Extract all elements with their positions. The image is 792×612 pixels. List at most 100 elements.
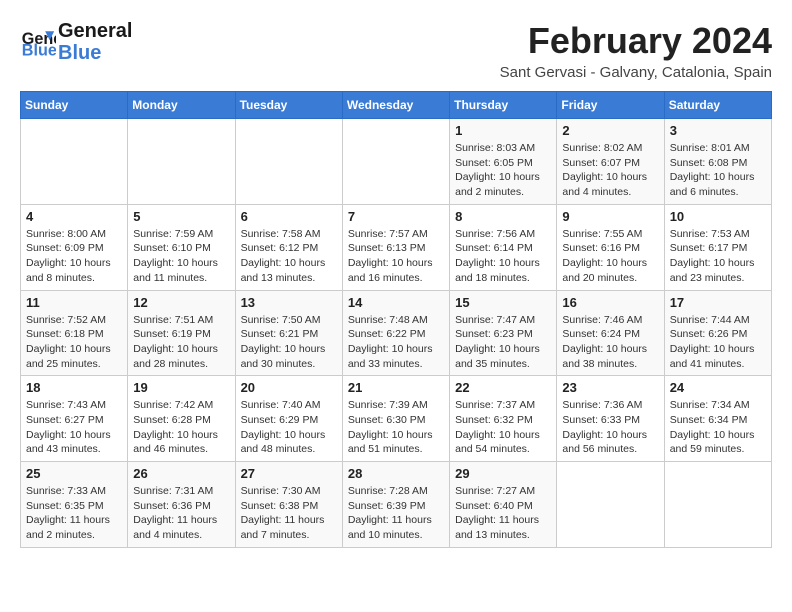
day-number: 15 (455, 295, 551, 310)
day-number: 19 (133, 380, 229, 395)
day-cell: 20 Sunrise: 7:40 AM Sunset: 6:29 PM Dayli… (235, 376, 342, 462)
day-info: Sunrise: 7:31 AM Sunset: 6:36 PM Dayligh… (133, 484, 229, 543)
day-number: 13 (241, 295, 337, 310)
day-number: 12 (133, 295, 229, 310)
day-cell: 26 Sunrise: 7:31 AM Sunset: 6:36 PM Dayli… (128, 462, 235, 548)
day-cell: 1 Sunrise: 8:03 AM Sunset: 6:05 PM Daylig… (450, 119, 557, 205)
day-info: Sunrise: 7:46 AM Sunset: 6:24 PM Dayligh… (562, 313, 658, 372)
day-info: Sunrise: 7:53 AM Sunset: 6:17 PM Dayligh… (670, 227, 766, 286)
week-row-1: 1 Sunrise: 8:03 AM Sunset: 6:05 PM Daylig… (21, 119, 772, 205)
day-cell: 14 Sunrise: 7:48 AM Sunset: 6:22 PM Dayli… (342, 290, 449, 376)
day-cell: 12 Sunrise: 7:51 AM Sunset: 6:19 PM Dayli… (128, 290, 235, 376)
day-info: Sunrise: 7:30 AM Sunset: 6:38 PM Dayligh… (241, 484, 337, 543)
day-info: Sunrise: 8:02 AM Sunset: 6:07 PM Dayligh… (562, 141, 658, 200)
day-info: Sunrise: 8:03 AM Sunset: 6:05 PM Dayligh… (455, 141, 551, 200)
day-number: 4 (26, 209, 122, 224)
title-block: February 2024 Sant Gervasi - Galvany, Ca… (500, 20, 772, 81)
logo: General Blue General Blue (20, 20, 132, 64)
day-header-saturday: Saturday (664, 92, 771, 119)
day-header-wednesday: Wednesday (342, 92, 449, 119)
day-number: 21 (348, 380, 444, 395)
day-cell: 10Sunrise: 7:53 AM Sunset: 6:17 PM Dayli… (664, 204, 771, 290)
day-cell: 6 Sunrise: 7:58 AM Sunset: 6:12 PM Daylig… (235, 204, 342, 290)
day-cell: 9 Sunrise: 7:55 AM Sunset: 6:16 PM Daylig… (557, 204, 664, 290)
day-number: 29 (455, 466, 551, 481)
day-cell: 29 Sunrise: 7:27 AM Sunset: 6:40 PM Dayli… (450, 462, 557, 548)
day-number: 11 (26, 295, 122, 310)
header-row: SundayMondayTuesdayWednesdayThursdayFrid… (21, 92, 772, 119)
day-info: Sunrise: 8:01 AM Sunset: 6:08 PM Dayligh… (670, 141, 766, 200)
day-number: 2 (562, 123, 658, 138)
day-cell (21, 119, 128, 205)
day-number: 18 (26, 380, 122, 395)
day-header-sunday: Sunday (21, 92, 128, 119)
page-header: General Blue General Blue February 2024 … (20, 20, 772, 81)
day-number: 26 (133, 466, 229, 481)
day-number: 14 (348, 295, 444, 310)
svg-text:Blue: Blue (22, 42, 56, 60)
day-info: Sunrise: 7:33 AM Sunset: 6:35 PM Dayligh… (26, 484, 122, 543)
day-info: Sunrise: 7:48 AM Sunset: 6:22 PM Dayligh… (348, 313, 444, 372)
day-number: 16 (562, 295, 658, 310)
day-cell: 16 Sunrise: 7:46 AM Sunset: 6:24 PM Dayli… (557, 290, 664, 376)
week-row-3: 11Sunrise: 7:52 AM Sunset: 6:18 PM Dayli… (21, 290, 772, 376)
day-cell: 28Sunrise: 7:28 AM Sunset: 6:39 PM Dayli… (342, 462, 449, 548)
day-number: 24 (670, 380, 766, 395)
day-cell: 24 Sunrise: 7:34 AM Sunset: 6:34 PM Dayli… (664, 376, 771, 462)
day-info: Sunrise: 7:51 AM Sunset: 6:19 PM Dayligh… (133, 313, 229, 372)
logo-line2: Blue (58, 42, 132, 64)
day-info: Sunrise: 7:44 AM Sunset: 6:26 PM Dayligh… (670, 313, 766, 372)
day-cell: 3Sunrise: 8:01 AM Sunset: 6:08 PM Daylig… (664, 119, 771, 205)
day-info: Sunrise: 7:27 AM Sunset: 6:40 PM Dayligh… (455, 484, 551, 543)
day-cell: 15 Sunrise: 7:47 AM Sunset: 6:23 PM Dayli… (450, 290, 557, 376)
day-cell (128, 119, 235, 205)
day-cell: 25 Sunrise: 7:33 AM Sunset: 6:35 PM Dayli… (21, 462, 128, 548)
day-cell: 11Sunrise: 7:52 AM Sunset: 6:18 PM Dayli… (21, 290, 128, 376)
day-number: 20 (241, 380, 337, 395)
day-header-thursday: Thursday (450, 92, 557, 119)
day-number: 22 (455, 380, 551, 395)
day-info: Sunrise: 8:00 AM Sunset: 6:09 PM Dayligh… (26, 227, 122, 286)
day-info: Sunrise: 7:56 AM Sunset: 6:14 PM Dayligh… (455, 227, 551, 286)
day-info: Sunrise: 7:58 AM Sunset: 6:12 PM Dayligh… (241, 227, 337, 286)
day-cell (235, 119, 342, 205)
day-cell (342, 119, 449, 205)
month-title: February 2024 (500, 20, 772, 62)
day-number: 1 (455, 123, 551, 138)
day-cell: 8 Sunrise: 7:56 AM Sunset: 6:14 PM Daylig… (450, 204, 557, 290)
day-number: 17 (670, 295, 766, 310)
day-info: Sunrise: 7:37 AM Sunset: 6:32 PM Dayligh… (455, 398, 551, 457)
day-cell: 4 Sunrise: 8:00 AM Sunset: 6:09 PM Daylig… (21, 204, 128, 290)
day-number: 27 (241, 466, 337, 481)
day-number: 6 (241, 209, 337, 224)
logo-line1: General (58, 20, 132, 42)
day-cell: 2 Sunrise: 8:02 AM Sunset: 6:07 PM Daylig… (557, 119, 664, 205)
day-info: Sunrise: 7:39 AM Sunset: 6:30 PM Dayligh… (348, 398, 444, 457)
day-info: Sunrise: 7:28 AM Sunset: 6:39 PM Dayligh… (348, 484, 444, 543)
week-row-5: 25 Sunrise: 7:33 AM Sunset: 6:35 PM Dayli… (21, 462, 772, 548)
day-cell: 18 Sunrise: 7:43 AM Sunset: 6:27 PM Dayli… (21, 376, 128, 462)
day-info: Sunrise: 7:59 AM Sunset: 6:10 PM Dayligh… (133, 227, 229, 286)
day-cell: 13 Sunrise: 7:50 AM Sunset: 6:21 PM Dayli… (235, 290, 342, 376)
day-info: Sunrise: 7:40 AM Sunset: 6:29 PM Dayligh… (241, 398, 337, 457)
day-number: 9 (562, 209, 658, 224)
week-row-2: 4 Sunrise: 8:00 AM Sunset: 6:09 PM Daylig… (21, 204, 772, 290)
day-header-monday: Monday (128, 92, 235, 119)
day-info: Sunrise: 7:43 AM Sunset: 6:27 PM Dayligh… (26, 398, 122, 457)
day-cell: 21 Sunrise: 7:39 AM Sunset: 6:30 PM Dayli… (342, 376, 449, 462)
day-info: Sunrise: 7:34 AM Sunset: 6:34 PM Dayligh… (670, 398, 766, 457)
day-cell (664, 462, 771, 548)
day-number: 23 (562, 380, 658, 395)
day-cell: 27 Sunrise: 7:30 AM Sunset: 6:38 PM Dayli… (235, 462, 342, 548)
calendar-table: SundayMondayTuesdayWednesdayThursdayFrid… (20, 91, 772, 548)
day-cell: 5 Sunrise: 7:59 AM Sunset: 6:10 PM Daylig… (128, 204, 235, 290)
day-number: 5 (133, 209, 229, 224)
day-info: Sunrise: 7:50 AM Sunset: 6:21 PM Dayligh… (241, 313, 337, 372)
day-info: Sunrise: 7:55 AM Sunset: 6:16 PM Dayligh… (562, 227, 658, 286)
day-info: Sunrise: 7:47 AM Sunset: 6:23 PM Dayligh… (455, 313, 551, 372)
day-cell: 7Sunrise: 7:57 AM Sunset: 6:13 PM Daylig… (342, 204, 449, 290)
day-number: 8 (455, 209, 551, 224)
logo-icon: General Blue (20, 24, 56, 60)
day-cell: 22 Sunrise: 7:37 AM Sunset: 6:32 PM Dayli… (450, 376, 557, 462)
day-number: 25 (26, 466, 122, 481)
